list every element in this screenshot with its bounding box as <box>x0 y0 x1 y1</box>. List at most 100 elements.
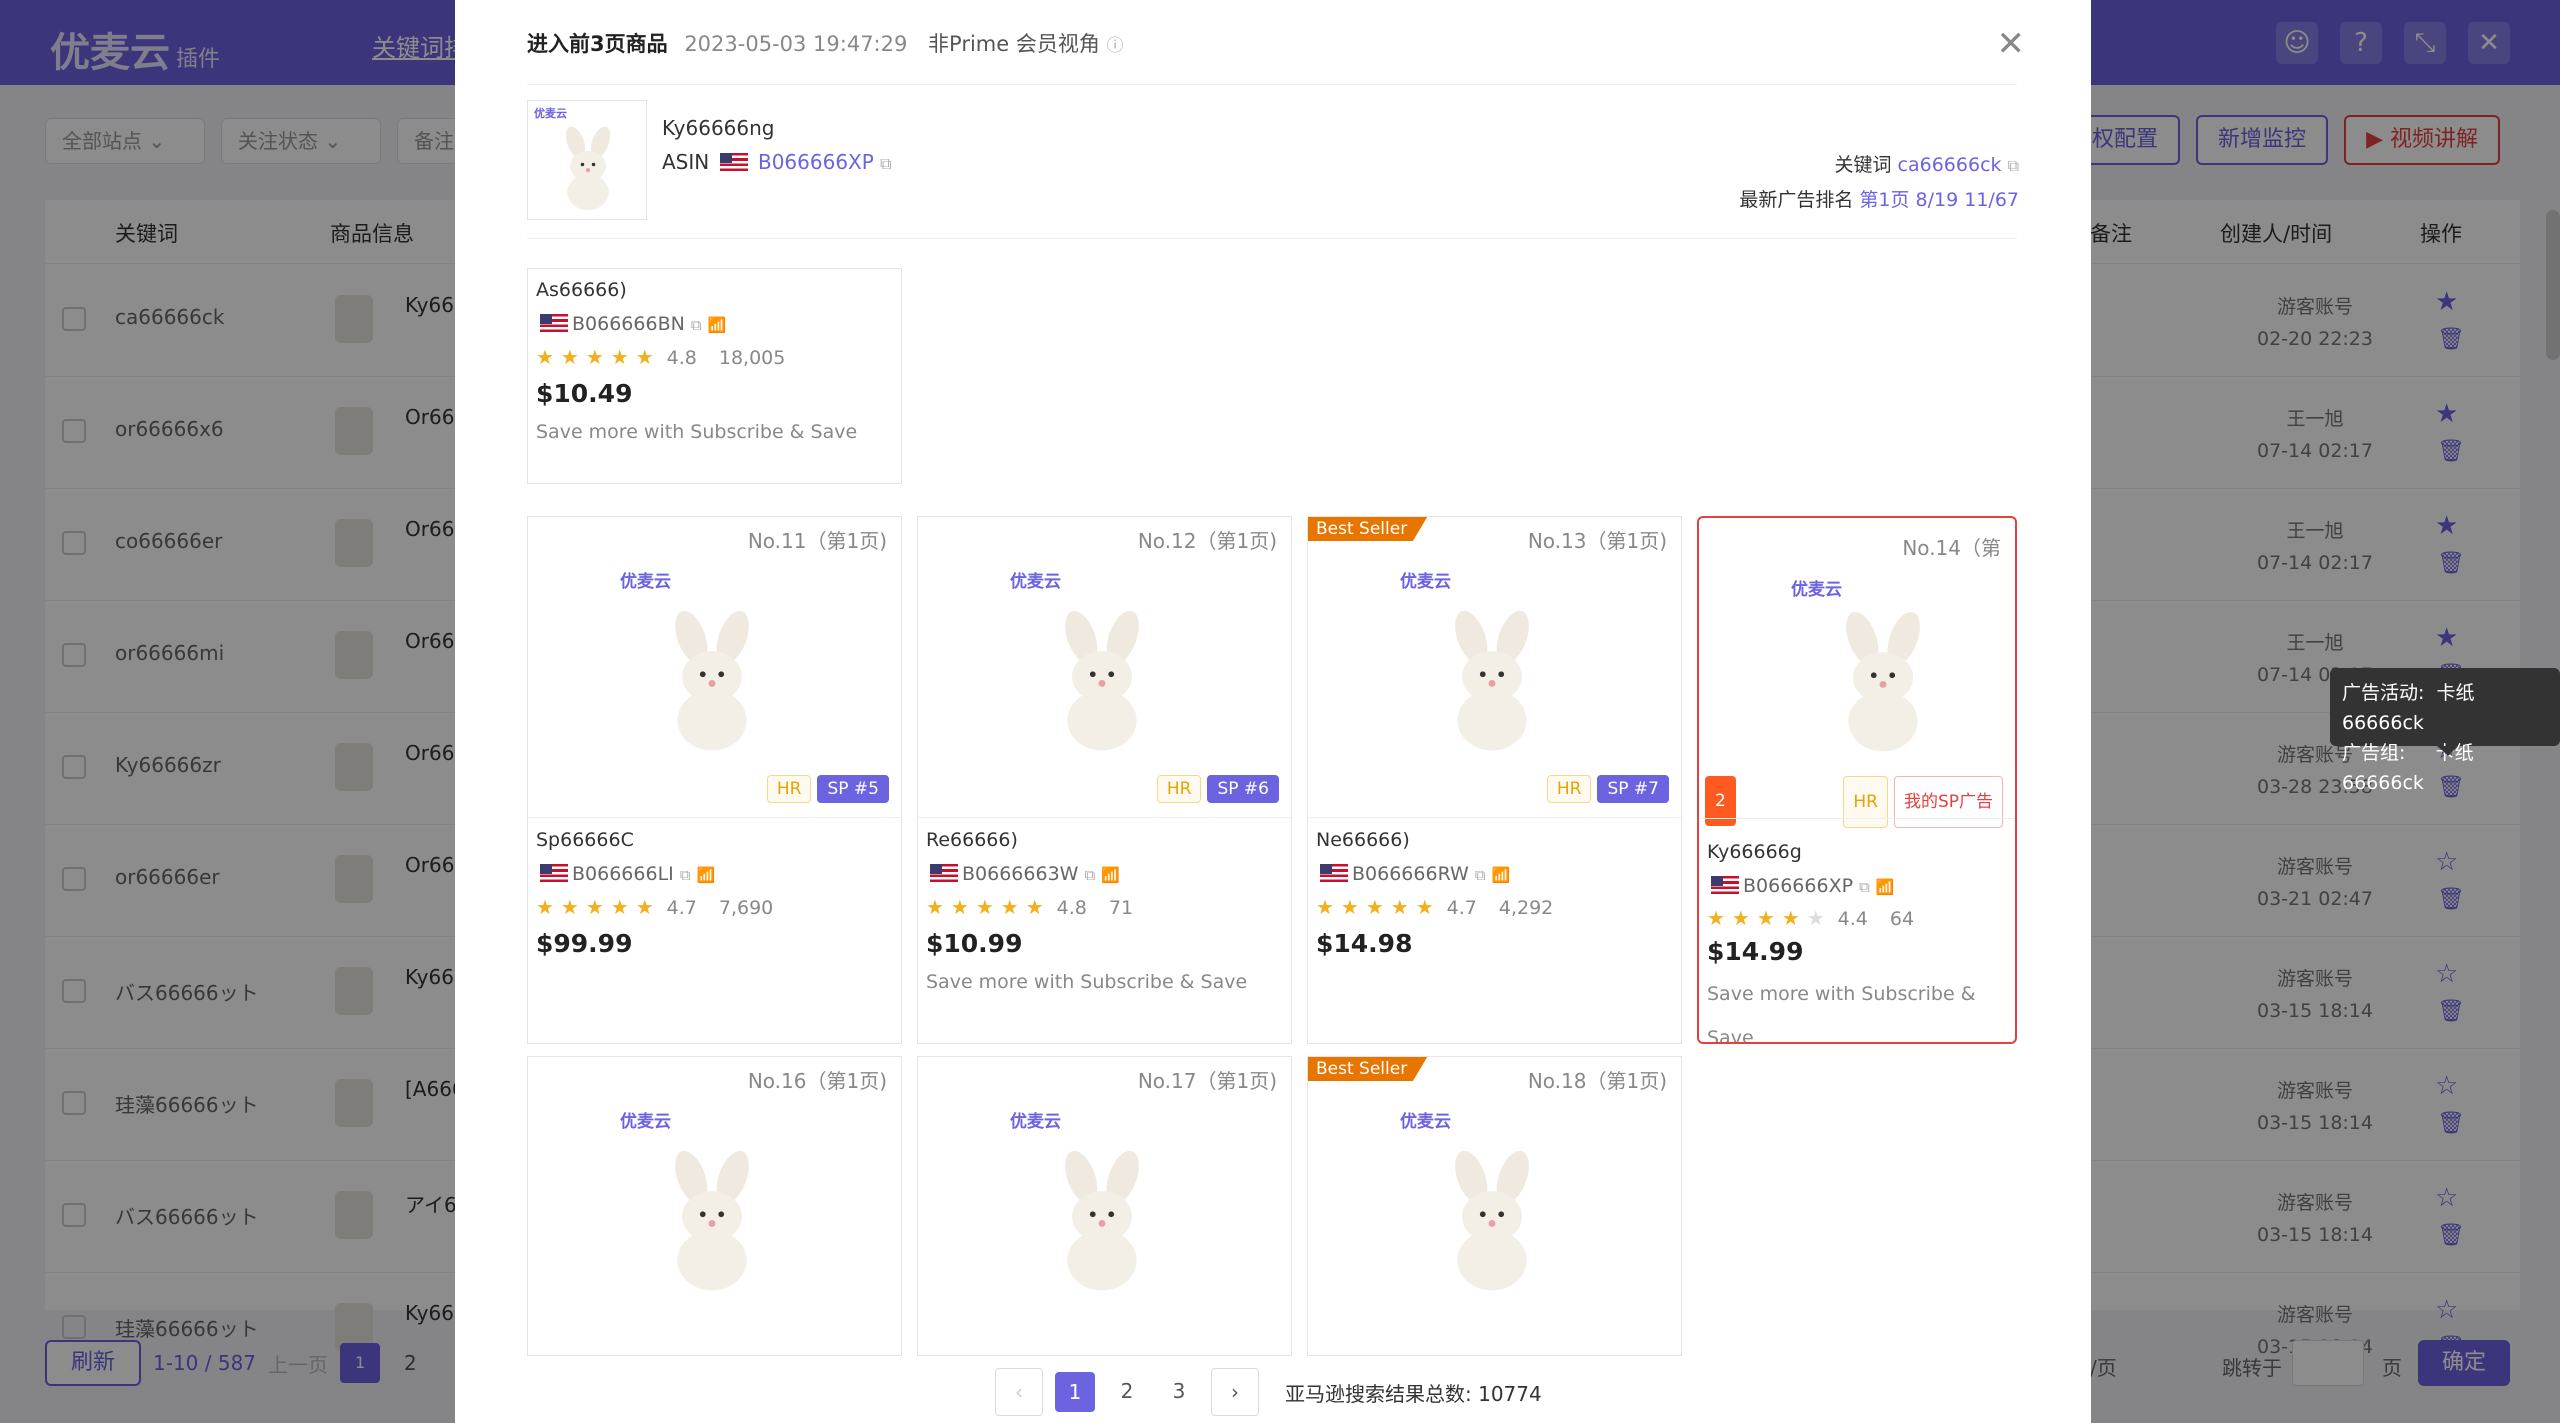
rating-value: 4.4 <box>1837 908 1868 930</box>
product-price: $99.99 <box>536 929 633 958</box>
ad-tooltip: 广告活动: 卡纸66666ck 广告组: 卡纸66666ck <box>2330 668 2560 794</box>
best-seller-badge: Best Seller <box>1308 517 1428 541</box>
hr-tag: HR <box>766 775 812 803</box>
chart-icon[interactable]: 📶 <box>1101 866 1120 884</box>
us-flag-icon <box>540 864 568 882</box>
modal-pager: ‹ 1 2 3 › 亚马逊搜索结果总数: 10774 <box>995 1368 1542 1416</box>
rank-number: No.16（第1页) <box>747 1069 887 1093</box>
top-product-asin[interactable]: B066666XP <box>758 150 874 174</box>
divider <box>527 84 2017 85</box>
us-flag-icon <box>540 314 568 332</box>
modal-header: 进入前3页商品 2023-05-03 19:47:29 非Prime 会员视角 … <box>527 28 1124 58</box>
product-price: $14.98 <box>1316 929 1413 958</box>
watermark: 优麦云 <box>620 572 671 592</box>
external-link-icon[interactable]: ⧉ <box>1475 866 1486 884</box>
modal-close-icon[interactable]: ✕ <box>1997 24 2026 64</box>
rank-number: No.18（第1页) <box>1527 1069 1667 1093</box>
product-card[interactable]: Best Seller No.18（第1页) 优麦云 <box>1307 1056 1682 1356</box>
search-total: 亚马逊搜索结果总数: 10774 <box>1285 1381 1542 1406</box>
us-flag-icon <box>1320 864 1348 882</box>
subscribe-save: Save more with Subscribe & Save <box>926 971 1248 993</box>
rank-number: No.11（第1页) <box>747 529 887 553</box>
chart-icon[interactable]: 📶 <box>697 866 716 884</box>
chart-icon[interactable]: 📶 <box>1492 866 1511 884</box>
product-card[interactable]: Best Seller No.13（第1页) 优麦云 HR SP #7 Ne66666) B… <box>1307 516 1682 1044</box>
external-link-icon[interactable]: ⧉ <box>1859 878 1870 896</box>
product-card[interactable]: As66666) B066666BN ⧉ 📶 ★★★★★ 4.8 18,005 $10.4… <box>527 268 902 484</box>
product-card[interactable]: No.16（第1页) 优麦云 <box>527 1056 902 1356</box>
rating-stars-icon: ★★★★★ <box>926 895 1051 919</box>
modal-timestamp: 2023-05-03 19:47:29 <box>684 32 908 56</box>
bunny-image <box>1455 610 1529 751</box>
sp-tag: SP #7 <box>1597 775 1669 803</box>
product-card[interactable]: No.14（第 优麦云 HR 我的SP广告 2 Ky66666g B066666XP ⧉ 📶… <box>1697 516 2017 1044</box>
bunny-image <box>565 126 611 211</box>
product-price: $10.99 <box>926 929 1023 958</box>
chart-icon[interactable]: 📶 <box>708 316 727 334</box>
top-product-name: Ky66666ng <box>662 116 775 140</box>
product-asin-row: B066666RW ⧉ 📶 <box>1316 863 1510 885</box>
product-name[interactable]: Ne66666) <box>1316 829 1410 851</box>
us-flag-icon <box>1711 876 1739 894</box>
product-thumbnail: 优麦云 <box>527 100 647 220</box>
product-name[interactable]: Re66666) <box>926 829 1018 851</box>
product-card[interactable]: No.11（第1页) 优麦云 HR SP #5 Sp66666C B066666LI ⧉ … <box>527 516 902 1044</box>
my-sp-tag: 我的SP广告 <box>1893 776 2003 828</box>
pager-page-3[interactable]: 3 <box>1159 1368 1199 1416</box>
external-link-icon[interactable]: ⧉ <box>680 866 691 884</box>
external-link-icon[interactable]: ⧉ <box>1085 866 1096 884</box>
rank-number: No.14（第 <box>1902 536 2001 560</box>
bunny-image <box>675 1150 749 1291</box>
product-price: $10.49 <box>536 379 633 408</box>
subscribe-save: Save more with Subscribe & Save <box>1707 983 1976 1044</box>
product-asin[interactable]: B066666RW <box>1352 863 1469 885</box>
rating-stars-icon: ★★★★★ <box>1316 895 1441 919</box>
info-icon[interactable]: ⓘ <box>1107 36 1124 56</box>
product-card[interactable]: No.17（第1页) 优麦云 <box>917 1056 1292 1356</box>
product-asin[interactable]: B066666BN <box>572 313 685 335</box>
rating-stars-icon: ★★★★★ <box>536 345 661 369</box>
bunny-image <box>1065 1150 1139 1291</box>
product-asin[interactable]: B066666XP <box>1743 875 1853 897</box>
pager-prev-icon[interactable]: ‹ <box>995 1368 1043 1416</box>
pager-page-2[interactable]: 2 <box>1107 1368 1147 1416</box>
bunny-image <box>675 610 749 751</box>
rating-stars-icon: ★★★★★ <box>536 895 661 919</box>
modal-title: 进入前3页商品 <box>527 32 668 56</box>
hr-tag: HR <box>1546 775 1592 803</box>
rank-number: No.13（第1页) <box>1527 529 1667 553</box>
rating-row: ★★★★★ 4.8 71 <box>926 895 1133 919</box>
hr-tag: HR <box>1156 775 1202 803</box>
keyword-info: 关键词 ca66666ck ⧉ 最新广告排名 第1页 8/19 11/67 <box>1739 154 2019 211</box>
chart-icon[interactable]: 📶 <box>1876 878 1895 896</box>
keyword-link[interactable]: ca66666ck <box>1898 154 2002 176</box>
external-link-icon[interactable]: ⧉ <box>2008 156 2019 175</box>
watermark: 优麦云 <box>534 107 567 120</box>
watermark: 优麦云 <box>1400 572 1451 592</box>
external-link-icon[interactable]: ⧉ <box>691 316 702 334</box>
rating-row: ★★★★★ 4.7 4,292 <box>1316 895 1553 919</box>
ad-rank: 第1页 8/19 11/67 <box>1859 189 2019 211</box>
pager-next-icon[interactable]: › <box>1211 1368 1259 1416</box>
rating-value: 4.8 <box>1056 897 1087 919</box>
rank-number: No.12（第1页) <box>1137 529 1277 553</box>
best-seller-badge: Best Seller <box>1308 1057 1428 1081</box>
watermark: 优麦云 <box>1400 1112 1451 1132</box>
rating-row: ★★★★★ 4.7 7,690 <box>536 895 773 919</box>
product-card[interactable]: No.12（第1页) 优麦云 HR SP #6 Re66666) B0666663W ⧉ … <box>917 516 1292 1044</box>
review-count: 64 <box>1889 908 1915 930</box>
product-asin[interactable]: B0666663W <box>962 863 1078 885</box>
subscribe-save: Save more with Subscribe & Save <box>536 421 858 443</box>
product-asin[interactable]: B066666LI <box>572 863 674 885</box>
external-link-icon[interactable]: ⧉ <box>880 154 891 173</box>
us-flag-icon <box>719 153 748 171</box>
rating-value: 4.8 <box>666 347 697 369</box>
watermark: 优麦云 <box>620 1112 671 1132</box>
hr-tag: HR <box>1843 776 1888 828</box>
watermark: 优麦云 <box>1010 572 1061 592</box>
product-name[interactable]: As66666) <box>536 279 627 301</box>
pager-page-1[interactable]: 1 <box>1055 1372 1095 1412</box>
rating-value: 4.7 <box>666 897 697 919</box>
sp-tag: SP #5 <box>817 775 889 803</box>
product-name[interactable]: Sp66666C <box>536 829 634 851</box>
